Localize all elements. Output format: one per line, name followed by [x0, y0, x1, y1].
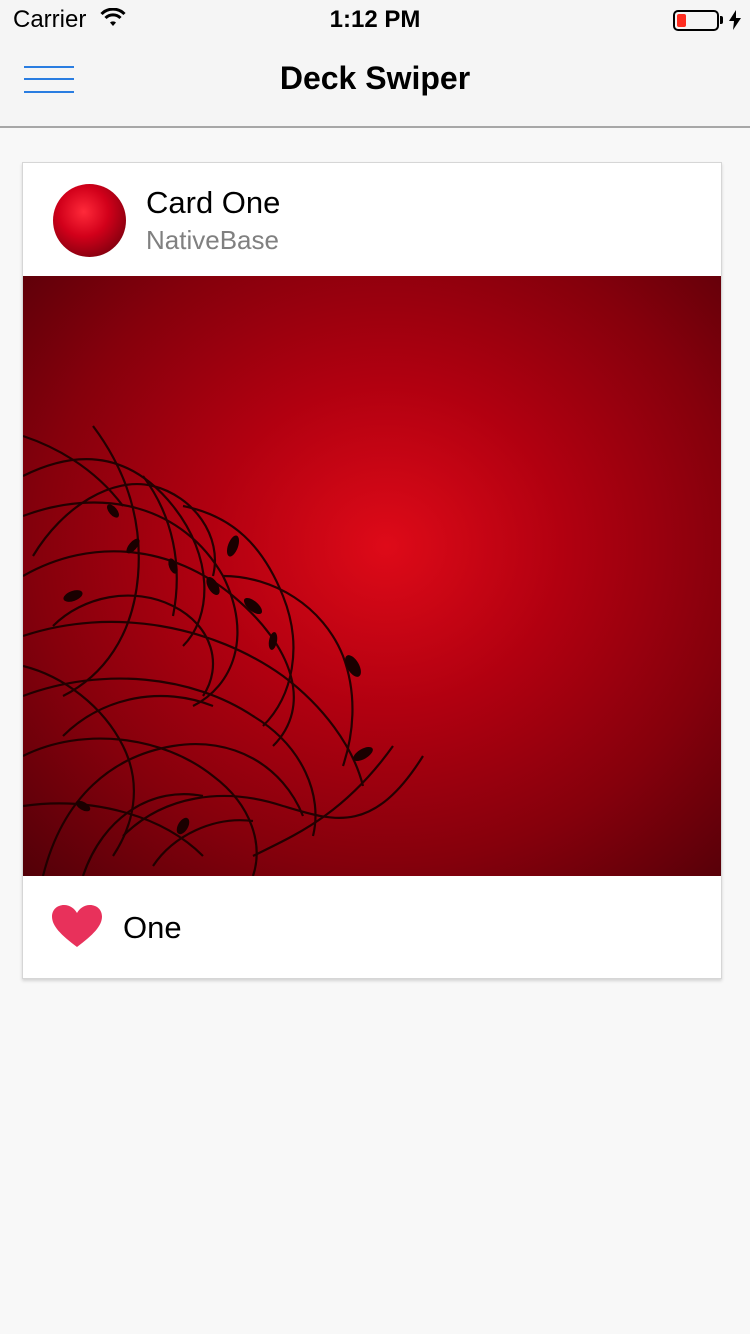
- card-image: [23, 276, 721, 876]
- battery-icon: [673, 10, 719, 31]
- card-subtitle: NativeBase: [146, 225, 279, 255]
- card-header: Card One NativeBase: [23, 163, 721, 276]
- navigation-bar: Deck Swiper: [0, 40, 750, 128]
- status-time: 1:12 PM: [329, 6, 421, 33]
- card-title: Card One: [146, 185, 281, 220]
- battery-tip: [720, 16, 723, 24]
- floral-swirl-decoration: [23, 425, 424, 876]
- card-footer-label: One: [123, 910, 182, 945]
- deck-swiper-card[interactable]: Card One NativeBase One: [22, 162, 722, 979]
- page-title: Deck Swiper: [279, 60, 471, 96]
- heart-icon[interactable]: [51, 904, 103, 953]
- card-footer: One: [23, 876, 721, 979]
- status-bar: Carrier 1:12 PM: [0, 0, 750, 40]
- charging-bolt-icon: [728, 9, 742, 36]
- battery-level: [677, 14, 686, 27]
- avatar: [53, 184, 126, 257]
